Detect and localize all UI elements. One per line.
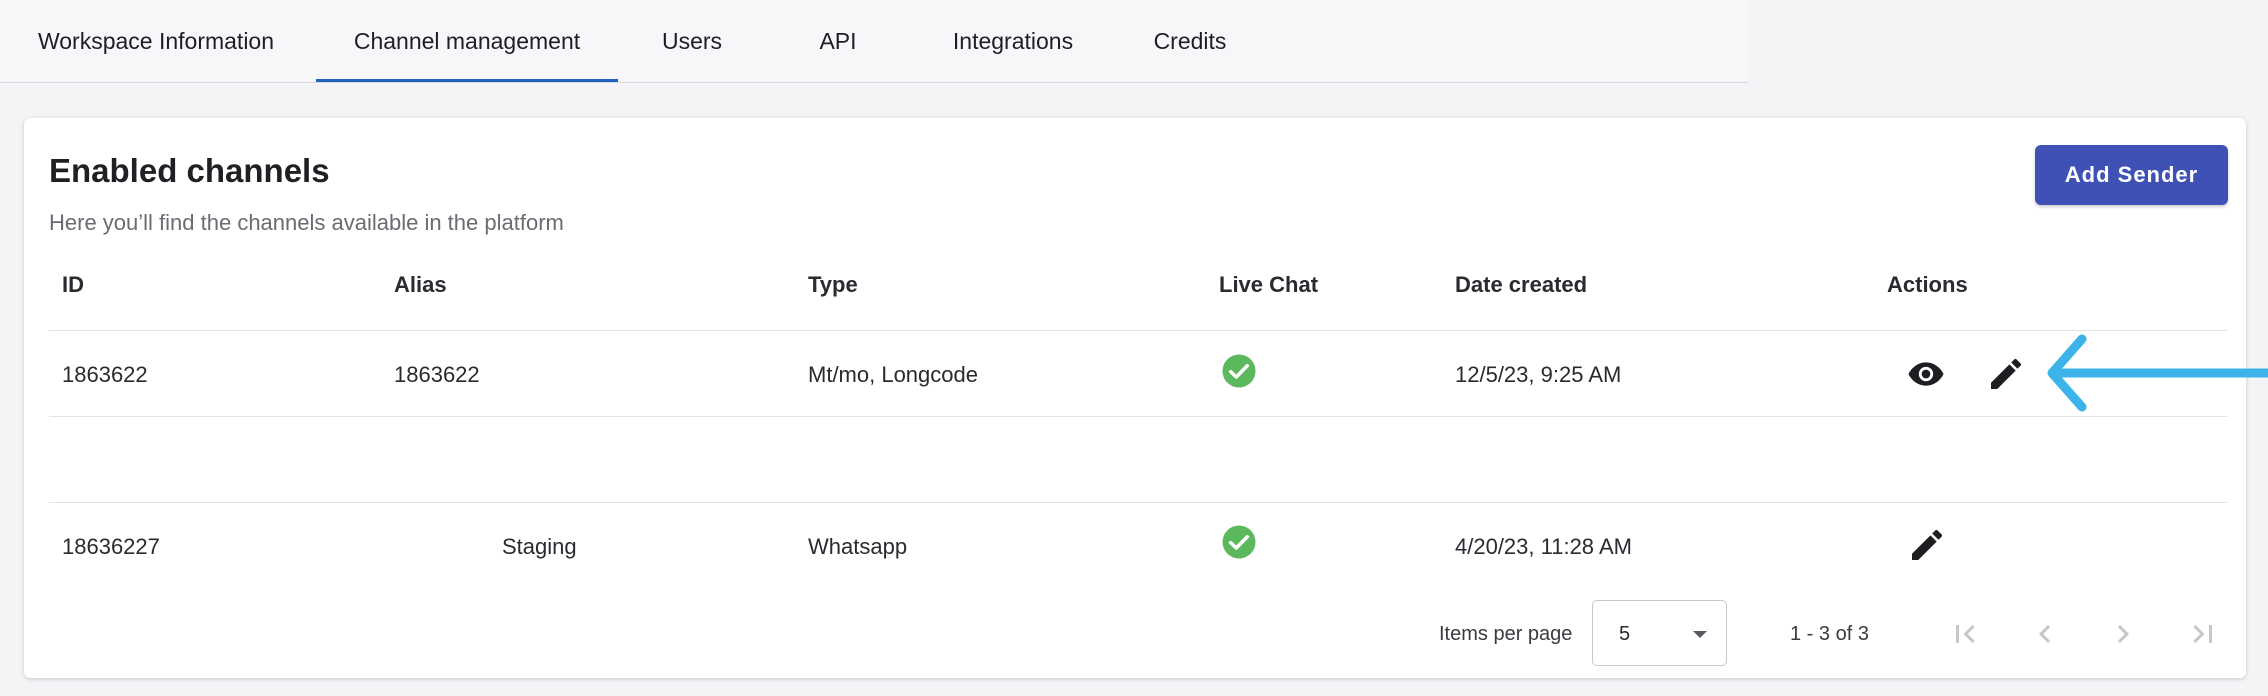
tab-credits[interactable]: Credits <box>1150 0 1230 82</box>
tab-label: Integrations <box>952 27 1074 54</box>
chevron-right-icon[interactable] <box>2105 616 2141 652</box>
cell-alias: 1863622 <box>394 362 480 387</box>
items-per-page-value: 5 <box>1619 623 1631 645</box>
tab-label: Credits <box>1153 27 1227 54</box>
cell-date-created: 12/5/23, 9:25 AM <box>1455 362 1622 387</box>
table-row <box>49 417 2227 501</box>
cell-alias: Staging <box>502 534 577 559</box>
pencil-icon[interactable] <box>1986 354 2026 394</box>
column-header-live-chat: Live Chat <box>1219 272 1319 297</box>
column-header-alias: Alias <box>394 272 447 297</box>
tab-label: API <box>819 27 857 54</box>
last-page-icon[interactable] <box>2185 616 2221 652</box>
pencil-icon[interactable] <box>1907 525 1947 565</box>
cell-date-created: 4/20/23, 11:28 AM <box>1455 534 1632 559</box>
tab-bar: Workspace Information Channel management… <box>0 0 1748 83</box>
caret-down-icon <box>1693 631 1707 638</box>
tab-label: Channel management <box>353 27 581 54</box>
pagination-range: 1 - 3 of 3 <box>1790 623 1869 645</box>
row-divider <box>49 330 2227 331</box>
check-circle-icon <box>1222 354 1256 388</box>
annotation-arrow-icon <box>2047 334 2268 412</box>
card-title: Enabled channels <box>49 152 330 189</box>
card-subtitle: Here you’ll find the channels available … <box>49 210 564 235</box>
check-circle-icon <box>1222 525 1256 559</box>
column-header-date-created: Date created <box>1455 272 1588 297</box>
column-header-id: ID <box>62 272 84 297</box>
cell-type: Mt/mo, Longcode <box>808 362 978 387</box>
tab-label: Workspace Information <box>37 27 275 54</box>
cell-id: 18636227 <box>62 534 160 559</box>
tab-users[interactable]: Users <box>654 0 730 82</box>
add-sender-button[interactable]: Add Sender <box>2035 145 2228 205</box>
tab-label: Users <box>661 27 723 54</box>
cell-id: 1863622 <box>62 362 148 387</box>
row-divider <box>49 502 2227 503</box>
channels-card: Enabled channels Here you’ll find the ch… <box>24 118 2246 678</box>
tab-workspace-information[interactable]: Workspace Information <box>24 0 288 82</box>
tab-integrations[interactable]: Integrations <box>946 0 1080 82</box>
chevron-left-icon[interactable] <box>2027 616 2063 652</box>
tab-channel-management[interactable]: Channel management <box>316 0 618 82</box>
column-header-actions: Actions <box>1887 272 1968 297</box>
eye-icon[interactable] <box>1906 354 1946 394</box>
tab-api[interactable]: API <box>812 0 864 82</box>
column-header-type: Type <box>808 272 858 297</box>
items-per-page-label: Items per page <box>1439 623 1573 645</box>
cell-type: Whatsapp <box>808 534 908 559</box>
first-page-icon[interactable] <box>1947 616 1983 652</box>
items-per-page-select[interactable]: 5 <box>1592 600 1727 666</box>
